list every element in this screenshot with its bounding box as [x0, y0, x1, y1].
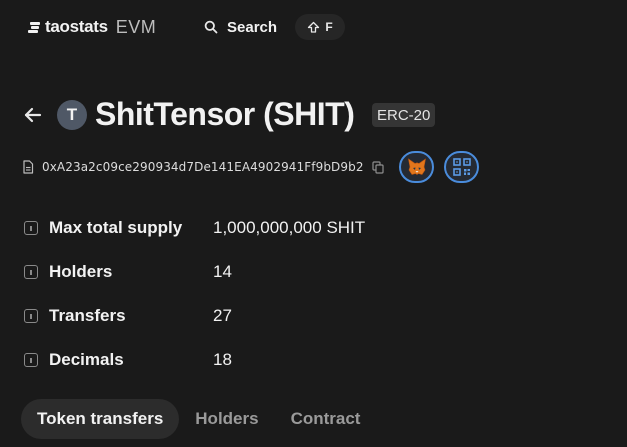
- copy-icon[interactable]: [371, 160, 384, 174]
- property-value: 1,000,000,000 SHIT: [213, 218, 366, 237]
- property-row-decimals: Decimals 18: [24, 348, 584, 372]
- info-icon[interactable]: [24, 309, 38, 323]
- property-label: Max total supply: [49, 218, 183, 237]
- shortcut-key: F: [325, 20, 333, 34]
- tab-holders[interactable]: Holders: [179, 399, 274, 439]
- add-to-metamask-button[interactable]: [399, 151, 434, 183]
- info-icon[interactable]: [24, 221, 38, 235]
- property-label: Decimals: [49, 350, 124, 369]
- info-icon[interactable]: [24, 353, 38, 367]
- property-value: 18: [213, 350, 232, 369]
- property-row-max-supply: Max total supply 1,000,000,000 SHIT: [24, 216, 584, 240]
- contract-address[interactable]: 0xA23a2c09ce290934d7De141EA4902941Ff9bD9…: [42, 160, 364, 174]
- logo[interactable]: taostats EVM: [28, 16, 156, 38]
- top-bar: taostats EVM Search F: [0, 0, 627, 56]
- search-button[interactable]: Search: [204, 14, 277, 40]
- page-title: ShitTensor (SHIT): [95, 96, 355, 132]
- search-icon: [204, 20, 218, 34]
- tab-token-transfers[interactable]: Token transfers: [21, 399, 180, 439]
- property-row-holders: Holders 14: [24, 260, 584, 284]
- property-value: 27: [213, 306, 232, 325]
- token-standard-badge: ERC-20: [372, 103, 436, 127]
- contract-address-row: 0xA23a2c09ce290934d7De141EA4902941Ff9bD9…: [22, 158, 384, 176]
- back-button[interactable]: [22, 104, 44, 126]
- taostats-logo-icon: [28, 21, 40, 33]
- search-shortcut-badge: F: [295, 14, 345, 40]
- property-label: Holders: [49, 262, 113, 281]
- network-label: EVM: [115, 16, 157, 37]
- tab-contract[interactable]: Contract: [275, 399, 377, 439]
- property-value: 14: [213, 262, 232, 281]
- shift-key-icon: [308, 21, 320, 33]
- qr-code-button[interactable]: [444, 151, 479, 183]
- property-row-transfers: Transfers 27: [24, 304, 584, 328]
- qr-code-icon: [452, 158, 471, 176]
- arrow-left-icon: [24, 107, 42, 123]
- property-label: Transfers: [49, 306, 126, 325]
- document-icon: [23, 160, 34, 174]
- metamask-fox-icon: [407, 158, 426, 175]
- tab-bar: Token transfers Holders Contract: [21, 399, 376, 439]
- token-avatar: T: [57, 100, 87, 130]
- info-icon[interactable]: [24, 265, 38, 279]
- search-label: Search: [227, 18, 278, 36]
- brand-name: taostats: [45, 17, 108, 36]
